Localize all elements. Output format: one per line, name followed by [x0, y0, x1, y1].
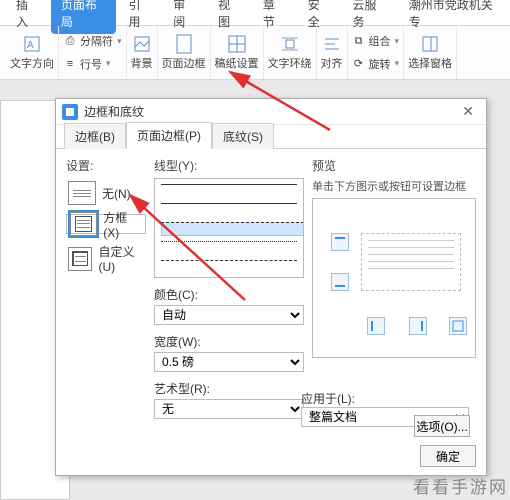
dialog-titlebar: 边框和底纹 ✕ [56, 99, 486, 125]
breaks-group: ⎙ 分隔符▾ ≡ 行号▾ [59, 26, 127, 79]
preset-box[interactable]: 方框(X) [66, 214, 146, 234]
align-icon [322, 34, 342, 54]
preset-box-icon [70, 212, 97, 236]
style-column: 线型(Y): 颜色(C): 自动 宽度(W): 0.5 磅 [154, 157, 304, 431]
tab-page-border[interactable]: 页面边框(P) [126, 122, 212, 149]
text-direction-group[interactable]: A 文字方向 [6, 26, 59, 79]
preset-custom[interactable]: 自定义(U) [66, 240, 146, 277]
background-button[interactable]: 背景 [127, 26, 158, 79]
text-direction-label: 文字方向 [10, 55, 54, 71]
preview-hint: 单击下方图示或按钮可设置边框 [312, 178, 476, 194]
width-select[interactable]: 0.5 磅 [154, 352, 304, 372]
border-all-button[interactable] [449, 317, 467, 335]
text-wrap-button[interactable]: 文字环绕 [264, 26, 317, 79]
preset-none[interactable]: 无(N) [66, 178, 146, 208]
color-select[interactable]: 自动 [154, 305, 304, 325]
paper-grid-icon [227, 34, 247, 54]
dialog-tabs: 边框(B) 页面边框(P) 底纹(S) [56, 125, 486, 149]
svg-text:A: A [27, 40, 34, 51]
border-top-button[interactable] [331, 233, 349, 251]
dialog-icon [62, 104, 78, 120]
text-direction-icon: A [22, 34, 42, 54]
ribbon-tabs: 插入 页面布局 引用 审阅 视图 章节 安全 云服务 潮州市党政机关专 [0, 0, 510, 26]
preset-none-icon [68, 181, 96, 205]
rotate-button[interactable]: ⟳ 旋转▾ [352, 56, 400, 72]
text-wrap-icon [280, 34, 300, 54]
line-number-icon: ≡ [63, 57, 77, 71]
dialog-footer: 确定 [66, 445, 476, 467]
separator-icon: ⎙ [63, 34, 77, 48]
border-right-button[interactable] [409, 317, 427, 335]
border-left-button[interactable] [367, 317, 385, 335]
line-number-button[interactable]: ≡ 行号▾ [63, 56, 111, 72]
color-label: 颜色(C): [154, 286, 304, 303]
group-button[interactable]: ⧉ 组合▾ [352, 33, 400, 49]
group-icon: ⧉ [352, 34, 366, 48]
options-button[interactable]: 选项(O)... [414, 415, 470, 437]
width-label: 宽度(W): [154, 333, 304, 350]
art-label: 艺术型(R): [154, 380, 304, 397]
settings-column: 设置: 无(N) 方框(X) 自定义(U) [66, 157, 146, 431]
close-icon[interactable]: ✕ [456, 101, 480, 122]
border-bottom-button[interactable] [331, 273, 349, 291]
preview-page[interactable] [361, 233, 461, 291]
page-border-icon [174, 34, 194, 54]
align-button[interactable]: 对齐 [317, 26, 348, 79]
ribbon-body: A 文字方向 ⎙ 分隔符▾ ≡ 行号▾ 背景 页面边框 稿纸设置 [0, 26, 510, 80]
arrange-group: ⧉ 组合▾ ⟳ 旋转▾ [348, 26, 405, 79]
paper-setting-button[interactable]: 稿纸设置 [211, 26, 264, 79]
selection-pane-icon [420, 34, 440, 54]
page-border-button[interactable]: 页面边框 [158, 26, 211, 79]
tab-shading[interactable]: 底纹(S) [212, 123, 274, 149]
linestyle-label: 线型(Y): [154, 157, 304, 174]
settings-label: 设置: [66, 157, 146, 174]
linestyle-list[interactable] [154, 178, 304, 278]
preset-custom-icon [68, 247, 92, 271]
selection-pane-button[interactable]: 选择窗格 [404, 26, 457, 79]
preview-label: 预览 [312, 157, 476, 174]
preview-box [312, 198, 476, 358]
background-icon [132, 34, 152, 54]
art-select[interactable]: 无 [154, 399, 304, 419]
ok-button[interactable]: 确定 [420, 445, 476, 467]
borders-shading-dialog: 边框和底纹 ✕ 边框(B) 页面边框(P) 底纹(S) 设置: 无(N) 方框(… [55, 98, 487, 476]
apply-to-label: 应用于(L): [301, 392, 355, 406]
separator-button[interactable]: ⎙ 分隔符▾ [63, 33, 122, 49]
rotate-icon: ⟳ [352, 57, 366, 71]
dialog-title: 边框和底纹 [84, 103, 144, 120]
tab-border[interactable]: 边框(B) [64, 123, 126, 149]
